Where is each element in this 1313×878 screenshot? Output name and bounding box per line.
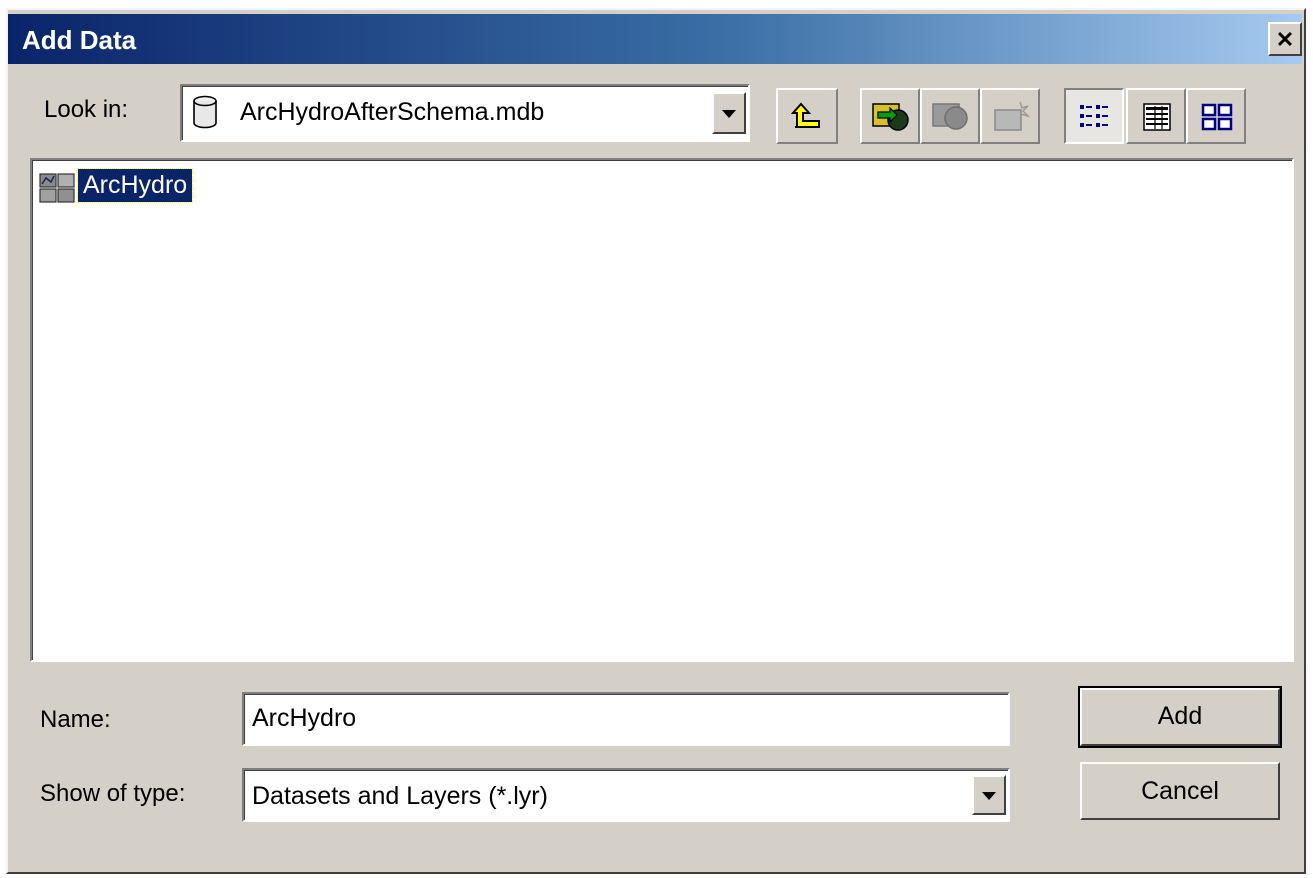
up-one-level-button[interactable]: [776, 88, 838, 144]
add-button[interactable]: Add: [1078, 686, 1282, 748]
details-view-icon: [1140, 102, 1174, 137]
list-item[interactable]: ArcHydro: [36, 168, 208, 206]
look-in-dropdown-button[interactable]: [712, 92, 746, 134]
name-input-value: ArcHydro: [252, 704, 357, 732]
list-view-icon: [1078, 102, 1112, 137]
feature-dataset-icon: [38, 172, 78, 209]
title-bar: Add Data: [8, 14, 1302, 64]
show-of-type-dropdown-button[interactable]: [972, 775, 1006, 815]
thumbnails-view-icon: [1200, 102, 1234, 137]
file-list[interactable]: ArcHydro: [30, 158, 1294, 662]
add-button-label: Add: [1157, 702, 1203, 730]
look-in-combobox[interactable]: ArcHydroAfterSchema.mdb: [180, 84, 750, 142]
name-input[interactable]: ArcHydro: [242, 692, 1010, 746]
close-icon: ✕: [1275, 27, 1295, 52]
disconnect-from-folder-button[interactable]: [920, 88, 980, 144]
connect-folder-icon: [870, 98, 910, 139]
list-view-button[interactable]: [1064, 88, 1124, 144]
show-of-type-select[interactable]: Datasets and Layers (*.lyr): [242, 768, 1010, 822]
new-folder-button[interactable]: [980, 88, 1040, 144]
cancel-button[interactable]: Cancel: [1080, 762, 1280, 820]
close-button[interactable]: ✕: [1268, 22, 1302, 56]
details-view-button[interactable]: [1126, 88, 1186, 144]
list-item-label: ArcHydro: [76, 168, 194, 203]
folder-up-icon: [790, 101, 823, 136]
disconnect-folder-icon: [930, 98, 970, 139]
show-of-type-value: Datasets and Layers (*.lyr): [252, 782, 548, 810]
show-of-type-label: Show of type:: [40, 780, 186, 807]
look-in-value: ArcHydroAfterSchema.mdb: [240, 98, 545, 126]
chevron-down-icon: [982, 792, 996, 800]
database-icon: [192, 95, 218, 134]
connect-to-folder-button[interactable]: [860, 88, 920, 144]
new-folder-icon: [990, 98, 1031, 139]
chevron-down-icon: [722, 110, 736, 118]
name-label: Name:: [40, 706, 111, 733]
cancel-button-label: Cancel: [1141, 777, 1219, 805]
look-in-label: Look in:: [44, 96, 129, 123]
thumbnails-view-button[interactable]: [1186, 88, 1246, 144]
window-title: Add Data: [22, 25, 137, 55]
